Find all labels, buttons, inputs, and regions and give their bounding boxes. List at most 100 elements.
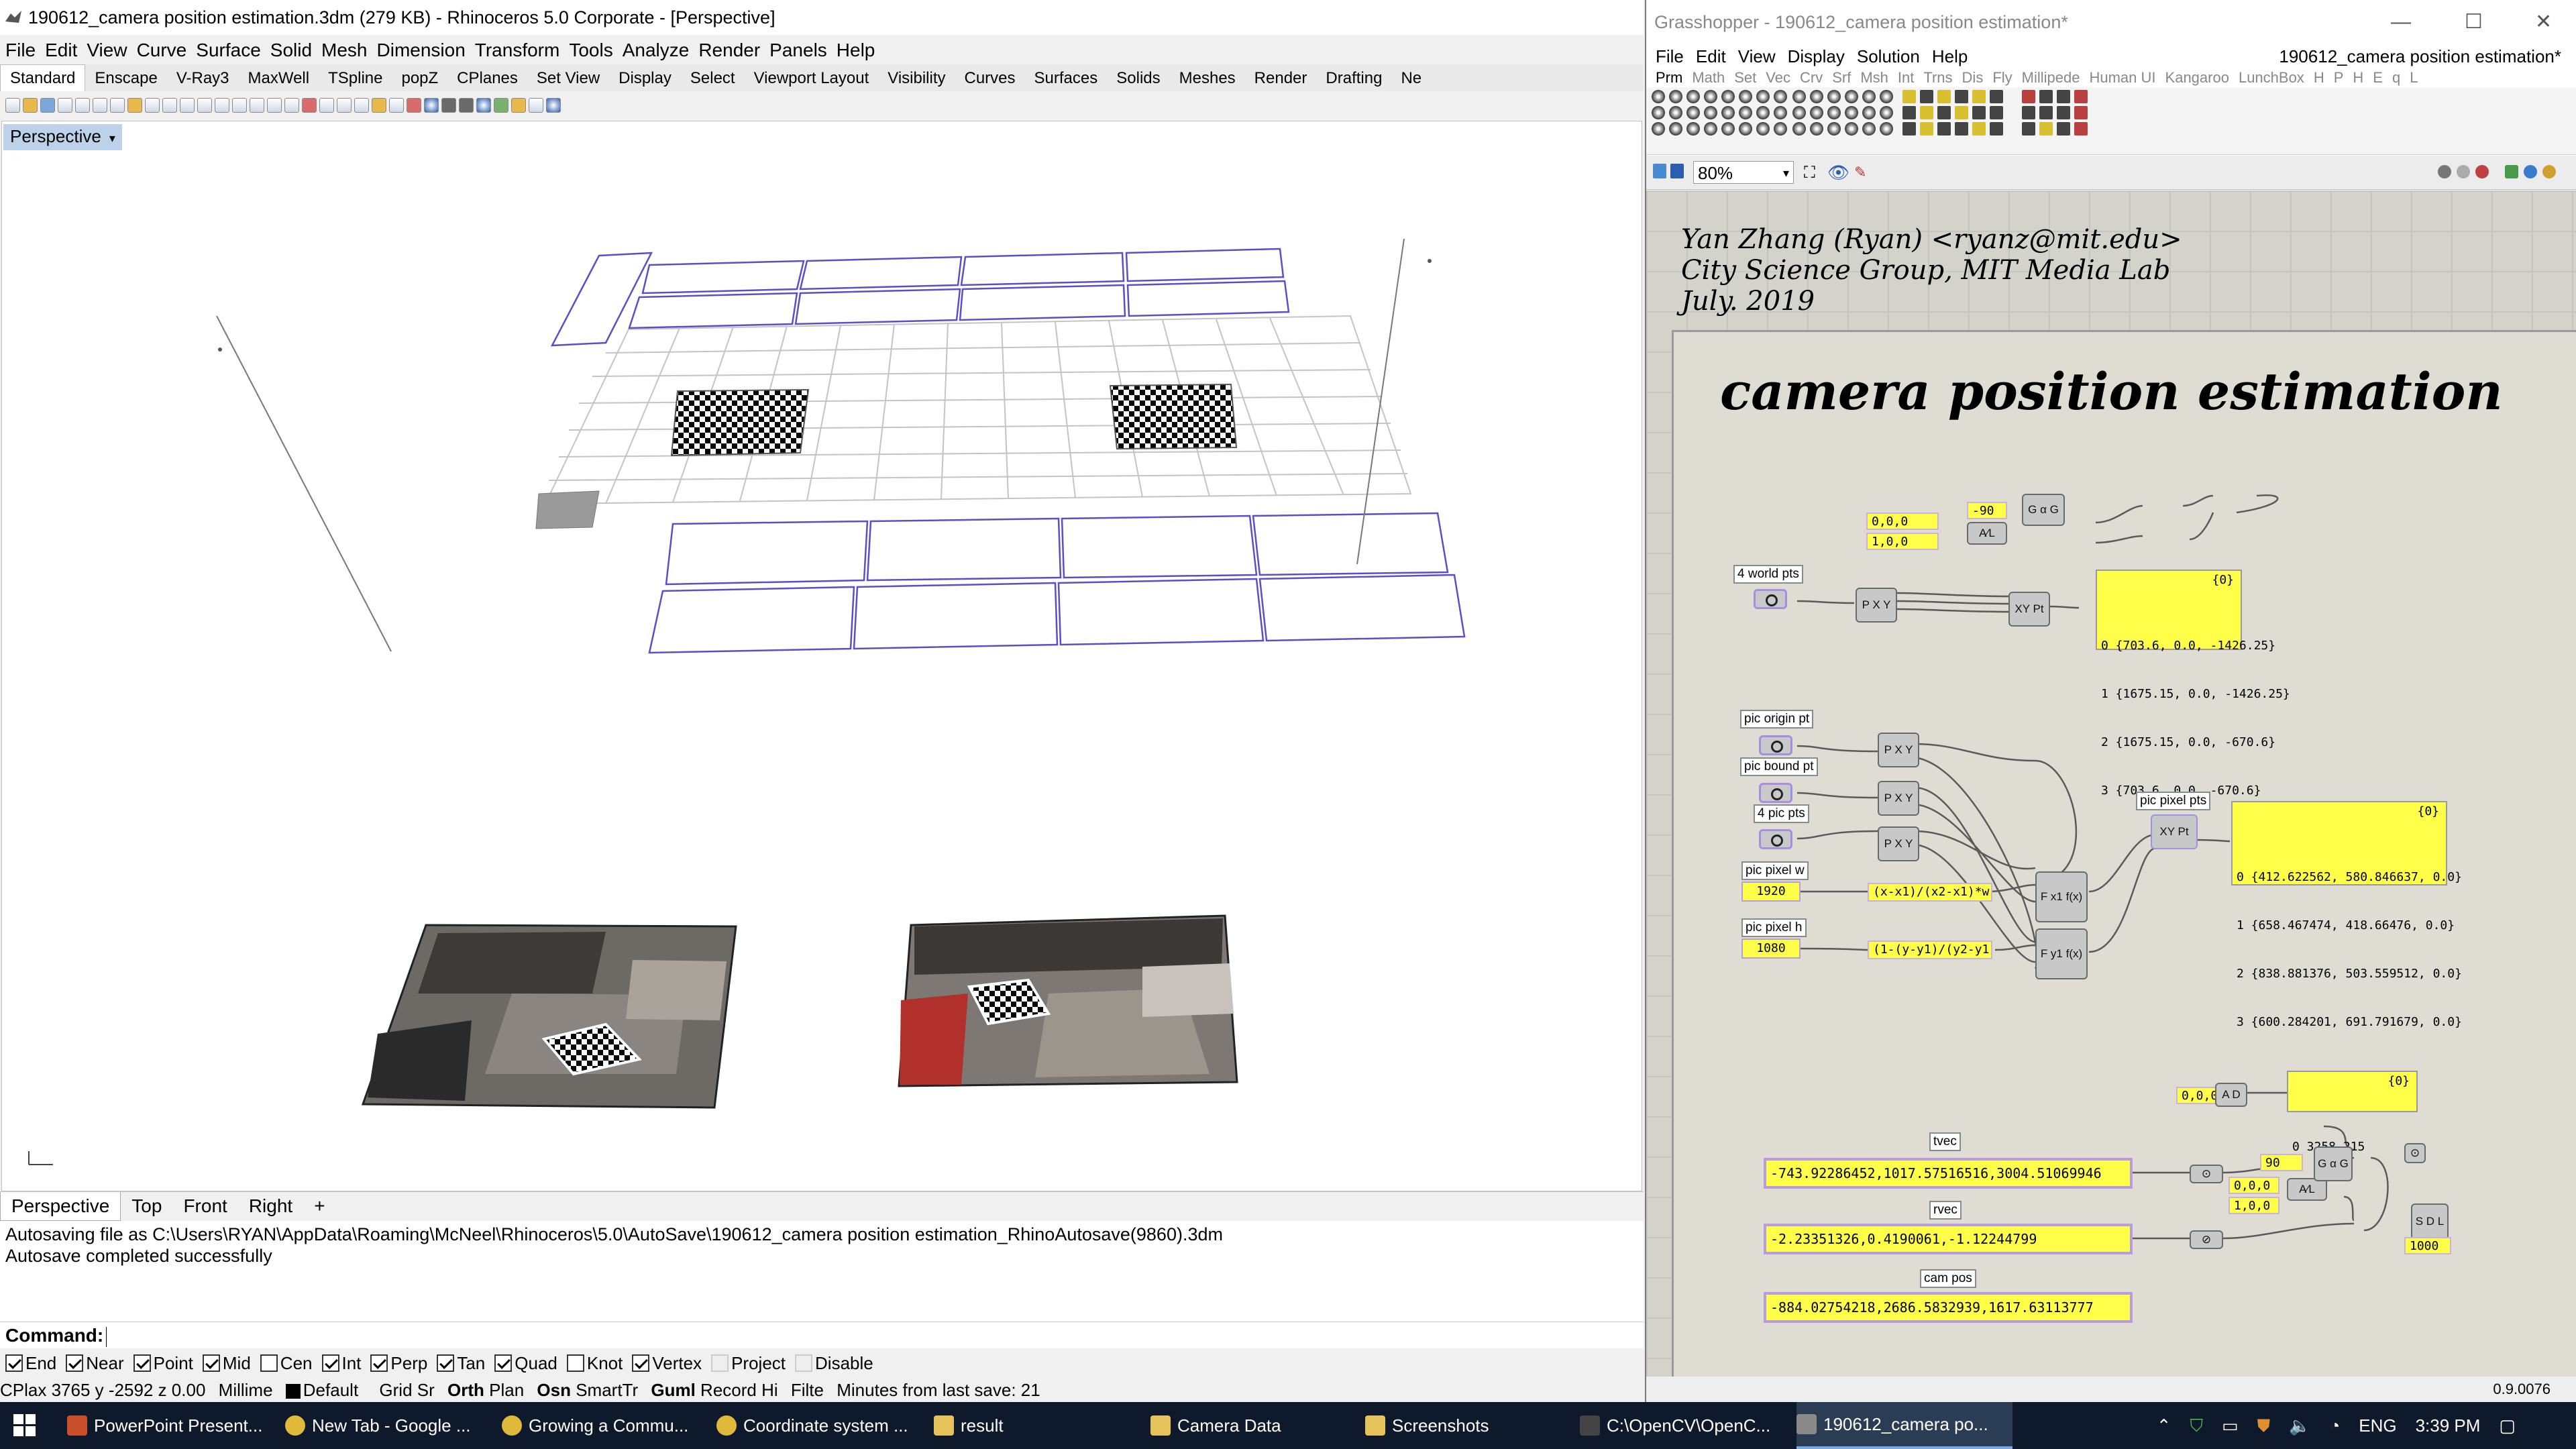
param-icon[interactable] [1880, 106, 1893, 119]
status-layer[interactable]: Default [285, 1378, 366, 1402]
param-icon[interactable] [1774, 122, 1787, 136]
light-icon[interactable] [372, 98, 386, 113]
menu-curve[interactable]: Curve [137, 36, 187, 64]
param-icon[interactable] [1756, 106, 1770, 119]
rhino-title-bar[interactable]: 190612_camera position estimation.3dm (2… [0, 0, 1644, 35]
rotation-90-panel[interactable]: 90 [2260, 1154, 2303, 1171]
pic-pixel-h-input[interactable]: 1080 [1741, 938, 1801, 959]
clock[interactable]: 3:39 PM [2416, 1402, 2481, 1449]
shaded-sphere-icon[interactable] [441, 98, 456, 113]
gh-tab-e[interactable]: E [2373, 68, 2383, 87]
save-icon[interactable] [40, 98, 55, 113]
gh-tab-int[interactable]: Int [1898, 68, 1914, 87]
param-icon[interactable] [1652, 106, 1665, 119]
osnap-cen[interactable]: Cen [260, 1348, 313, 1378]
world-xaxis-panel[interactable]: 1,0,0 [1866, 533, 1939, 550]
status-units[interactable]: Millime [219, 1378, 273, 1402]
rotate-plane-component[interactable]: G α G [2022, 494, 2065, 526]
copy-icon[interactable] [110, 98, 125, 113]
gh-tab-crv[interactable]: Crv [1800, 68, 1823, 87]
pic-pts-param[interactable] [1759, 829, 1792, 849]
expression-y-component[interactable]: F y1 f(x) [2035, 928, 2088, 979]
network-icon[interactable]: ◔ [2330, 1402, 2341, 1449]
tab-meshes[interactable]: Meshes [1170, 65, 1245, 92]
param-icon[interactable] [1721, 106, 1735, 119]
color-wheel-icon[interactable] [424, 98, 439, 113]
preview-shaded-icon[interactable] [2475, 165, 2489, 178]
gh-tab-fly[interactable]: Fly [1992, 68, 2012, 87]
gh-tab-vec[interactable]: Vec [1766, 68, 1790, 87]
chevron-up-icon[interactable]: ⌃ [2157, 1402, 2171, 1449]
notification-icon[interactable]: ▢ [2499, 1402, 2516, 1449]
digit-scroller-icon[interactable] [1955, 106, 1968, 119]
tab-more[interactable]: Ne [1391, 65, 1431, 92]
toggle-icon[interactable] [1920, 90, 1933, 103]
start-button[interactable] [13, 1402, 47, 1449]
osnap-mid[interactable]: Mid [202, 1348, 251, 1378]
text-icon[interactable] [1990, 122, 2003, 136]
gh-tab-human-ui[interactable]: Human UI [2089, 68, 2155, 87]
param-icon[interactable] [1756, 90, 1770, 103]
relay-node[interactable]: ⊙ [2404, 1143, 2426, 1163]
status-osnap[interactable]: Osn [537, 1380, 571, 1400]
image-sampler-icon[interactable] [1972, 106, 1986, 119]
tab-visibility[interactable]: Visibility [878, 65, 955, 92]
viewport-tab-right[interactable]: Right [238, 1192, 303, 1220]
world-pts-output-panel[interactable]: {0} 0 {703.6, 0.0, -1426.25} 1 {1675.15,… [2096, 570, 2290, 798]
gh-tab-msh[interactable]: Msh [1860, 68, 1888, 87]
data-icon[interactable] [2039, 90, 2053, 103]
world-origin-panel[interactable]: 0,0,0 [1866, 513, 1939, 530]
tab-drafting[interactable]: Drafting [1316, 65, 1391, 92]
param-viewer-icon[interactable] [2057, 90, 2070, 103]
param-icon[interactable] [1739, 90, 1752, 103]
param-icon[interactable] [1721, 122, 1735, 136]
status-smarttrack[interactable]: SmartTr [576, 1378, 638, 1402]
scribble-icon[interactable] [2074, 90, 2088, 103]
minimize-icon[interactable]: — [2391, 0, 2411, 44]
param-icon[interactable] [1756, 122, 1770, 136]
zoom-selected-icon[interactable] [250, 98, 264, 113]
gh-tab-set[interactable]: Set [1734, 68, 1756, 87]
control-knob-icon[interactable] [1937, 122, 1951, 136]
param-icon[interactable] [1792, 90, 1806, 103]
tab-select[interactable]: Select [681, 65, 745, 92]
distance-output-panel[interactable]: {0} 0 3258.215 [2287, 1071, 2418, 1154]
pic-origin-param[interactable] [1759, 735, 1792, 755]
param-icon[interactable] [1827, 90, 1841, 103]
menu-tools[interactable]: Tools [569, 36, 612, 64]
osnap-near[interactable]: Near [66, 1348, 124, 1378]
osnap-int[interactable]: Int [321, 1348, 361, 1378]
gh-tab-math[interactable]: Math [1692, 68, 1725, 87]
menu-mesh[interactable]: Mesh [321, 36, 367, 64]
param-icon[interactable] [1739, 122, 1752, 136]
tab-surfaces[interactable]: Surfaces [1025, 65, 1108, 92]
dot-icon[interactable] [2022, 122, 2035, 136]
preview-wire-icon[interactable] [2457, 165, 2470, 178]
cam-pos-panel[interactable]: -884.02754218,2686.5832939,1617.63113777 [1764, 1292, 2133, 1323]
pixel-point-component[interactable]: XY Pt [2151, 814, 2198, 849]
taskbar-folder-screenshots[interactable]: Screenshots [1365, 1402, 1566, 1449]
angle-component[interactable]: A⁄L [1967, 522, 2007, 545]
param-icon[interactable] [1880, 122, 1893, 136]
panel-icon[interactable] [1937, 90, 1951, 103]
param-icon[interactable] [1686, 90, 1700, 103]
param-icon[interactable] [1669, 106, 1682, 119]
param-icon[interactable] [1739, 106, 1752, 119]
tab-popz[interactable]: popZ [392, 65, 447, 92]
relay-node[interactable]: ⊘ [2190, 1230, 2223, 1249]
jump-icon[interactable] [2022, 106, 2035, 119]
param-icon[interactable] [1792, 106, 1806, 119]
expression-x[interactable]: (x-x1)/(x2-x1)*w [1868, 883, 1992, 902]
tab-vray3[interactable]: V-Ray3 [167, 65, 239, 92]
pic-pixel-w-input[interactable]: 1920 [1741, 881, 1801, 902]
gh-tab-lunchbox[interactable]: LunchBox [2239, 68, 2304, 87]
status-planar[interactable]: Plan [489, 1378, 524, 1402]
query-icon[interactable] [1990, 106, 2003, 119]
gh-tab-kangaroo[interactable]: Kangaroo [2165, 68, 2229, 87]
gh-tab-prm[interactable]: Prm [1656, 68, 1682, 87]
param-icon[interactable] [1686, 106, 1700, 119]
taskbar-folder-result[interactable]: result [934, 1402, 1135, 1449]
param-icon[interactable] [1704, 106, 1717, 119]
osnap-quad[interactable]: Quad [494, 1348, 557, 1378]
set-view-icon[interactable] [319, 98, 334, 113]
